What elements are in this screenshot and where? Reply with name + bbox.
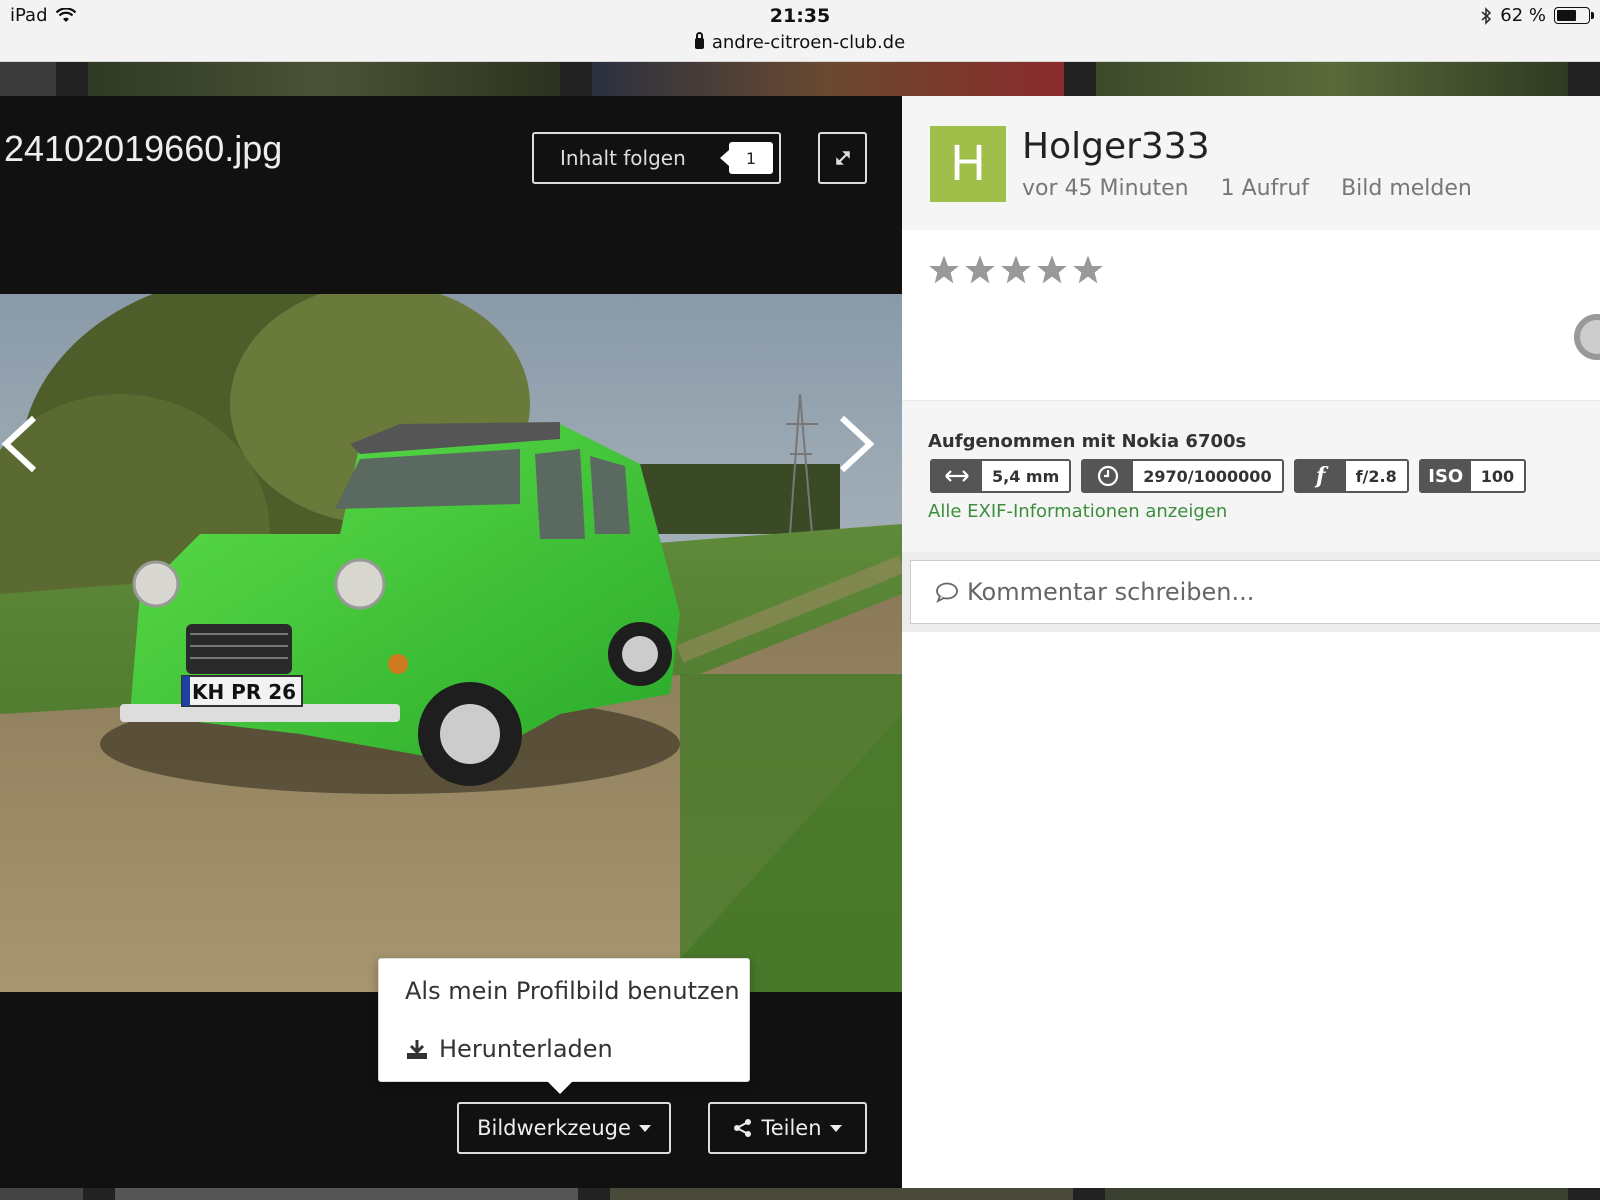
menu-item-profile-picture[interactable]: Als mein Profilbild benutzen	[405, 977, 740, 1005]
car-photo-illustration: KH PR 26	[0, 294, 902, 992]
thumbnail[interactable]	[1096, 62, 1568, 96]
follow-content-button[interactable]: Inhalt folgen 1	[532, 132, 781, 184]
license-plate-text: KH PR 26	[192, 680, 296, 704]
address-bar[interactable]: andre-citroen-club.de	[0, 32, 1600, 53]
thumbnail[interactable]	[0, 62, 57, 96]
battery-fill	[1557, 10, 1576, 21]
avatar[interactable]: H	[930, 126, 1006, 202]
focal-length-value: 5,4 mm	[982, 461, 1070, 491]
thumbnail[interactable]	[88, 62, 561, 96]
exif-section: Aufgenommen mit Nokia 6700s 5,4 mm 2970/…	[902, 400, 1600, 552]
image-tools-button[interactable]: Bildwerkzeuge	[457, 1102, 671, 1154]
image-details-panel: H Holger333 vor 45 Minuten 1 Aufruf Bild…	[902, 96, 1600, 1188]
speech-bubble-icon	[936, 582, 958, 603]
author-username[interactable]: Holger333	[1022, 126, 1210, 167]
previous-image-arrow[interactable]	[0, 414, 40, 474]
upload-time: vor 45 Minuten	[1022, 176, 1189, 201]
star-icon[interactable]	[1072, 254, 1104, 286]
share-label: Teilen	[761, 1116, 822, 1140]
thumbnail-strip-bottom	[0, 1188, 1600, 1200]
thumbnail[interactable]	[609, 1188, 1073, 1200]
star-icon[interactable]	[1000, 254, 1032, 286]
exposure-value: 2970/1000000	[1133, 461, 1282, 491]
next-image-arrow[interactable]	[836, 414, 876, 474]
caret-down-icon	[829, 1124, 842, 1132]
exif-badges: 5,4 mm 2970/1000000 f f/2.8 ISO 100	[930, 459, 1527, 493]
aperture-icon: f	[1295, 461, 1346, 491]
expand-icon	[835, 151, 850, 165]
share-button[interactable]: Teilen	[708, 1102, 867, 1154]
image-meta: vor 45 Minuten 1 Aufruf Bild melden	[1022, 176, 1472, 201]
menu-item-label: Herunterladen	[439, 1035, 613, 1063]
lock-icon	[694, 32, 704, 49]
menu-item-download[interactable]: Herunterladen	[405, 1035, 613, 1063]
show-all-exif-link[interactable]: Alle EXIF-Informationen anzeigen	[928, 501, 1227, 522]
side-handle[interactable]	[1574, 314, 1600, 360]
status-bar: iPad 21:35 andre-citroen-club.de 62 %	[0, 0, 1600, 62]
exposure-badge: 2970/1000000	[1081, 459, 1284, 493]
comment-area: Kommentar schreiben...	[902, 552, 1600, 632]
battery-icon	[1554, 7, 1594, 24]
fullscreen-button[interactable]	[818, 132, 867, 184]
thumbnail[interactable]	[1104, 1188, 1568, 1200]
status-right: 62 %	[1480, 5, 1594, 26]
battery-percent: 62 %	[1500, 5, 1546, 26]
star-icon[interactable]	[1036, 254, 1068, 286]
iso-label: ISO	[1420, 461, 1471, 491]
comment-placeholder: Kommentar schreiben...	[967, 578, 1255, 606]
thumbnail-strip-top	[0, 62, 1600, 96]
thumbnail[interactable]	[0, 1188, 83, 1200]
iso-value: 100	[1470, 461, 1525, 491]
report-image-link[interactable]: Bild melden	[1341, 176, 1472, 201]
share-icon	[734, 1119, 752, 1137]
star-icon[interactable]	[928, 254, 960, 286]
clock-icon	[1083, 461, 1134, 491]
focal-length-badge: 5,4 mm	[930, 459, 1072, 493]
aperture-badge: f f/2.8	[1293, 459, 1409, 493]
camera-info: Aufgenommen mit Nokia 6700s	[928, 431, 1247, 452]
aperture-value: f/2.8	[1345, 461, 1407, 491]
follow-label: Inhalt folgen	[560, 146, 686, 170]
comment-input[interactable]: Kommentar schreiben...	[910, 560, 1600, 624]
image-tools-menu: Als mein Profilbild benutzen Herunterlad…	[378, 958, 750, 1094]
download-icon	[407, 1040, 427, 1059]
star-rating	[928, 254, 1104, 286]
thumbnail[interactable]	[114, 1188, 578, 1200]
url-text: andre-citroen-club.de	[711, 32, 906, 53]
image-filename: 24102019660.jpg	[4, 128, 283, 169]
iso-badge: ISO 100	[1418, 459, 1527, 493]
clock: 21:35	[769, 5, 831, 27]
bluetooth-icon	[1481, 6, 1492, 25]
author-header: H Holger333 vor 45 Minuten 1 Aufruf Bild…	[902, 96, 1600, 230]
image-viewer: 24102019660.jpg Inhalt folgen 1 KH PR 26…	[0, 96, 902, 1188]
focal-length-icon	[932, 461, 982, 491]
view-count: 1 Aufruf	[1220, 176, 1310, 201]
main-photo: KH PR 26	[0, 294, 902, 992]
caret-down-icon	[638, 1124, 651, 1132]
menu-item-label: Als mein Profilbild benutzen	[405, 977, 740, 1005]
follow-count-badge: 1	[720, 142, 773, 174]
star-icon[interactable]	[964, 254, 996, 286]
thumbnail[interactable]	[592, 62, 1065, 96]
image-tools-label: Bildwerkzeuge	[477, 1116, 631, 1140]
